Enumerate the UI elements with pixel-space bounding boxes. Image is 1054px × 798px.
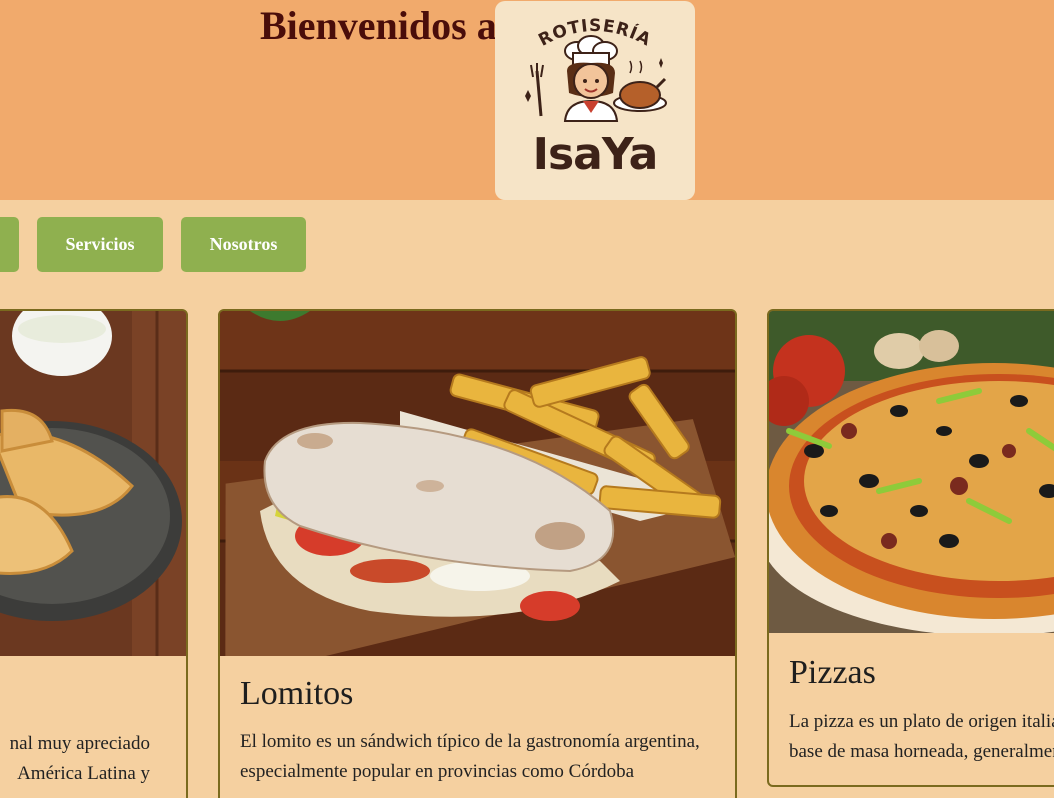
- nav-button-inicio[interactable]: [0, 217, 19, 272]
- product-card-title: Pizzas: [789, 654, 876, 691]
- pizza-photo: [769, 311, 1054, 633]
- product-card-lomitos[interactable]: Lomitos El lomito es un sándwich típico …: [218, 309, 737, 798]
- product-card-title: Lomitos: [240, 675, 354, 712]
- product-card-description: El lomito es un sándwich típico de la ga…: [240, 731, 700, 782]
- product-card-empanadas[interactable]: nal muy apreciado América Latina y: [0, 309, 188, 798]
- lomito-photo: [220, 311, 735, 656]
- logo[interactable]: ROTISERÍA IsaYa: [495, 1, 695, 200]
- logo-name: IsaYa: [532, 129, 659, 180]
- site-header: Bienvenidos a ROTISERÍA IsaYa: [0, 0, 1054, 200]
- product-card-description: nal muy apreciado América Latina y: [9, 733, 150, 784]
- nav-button-servicios[interactable]: Servicios: [37, 217, 163, 272]
- empanadas-photo: [0, 311, 186, 656]
- product-card-description: La pizza es un plato de origen italiano …: [789, 711, 1054, 762]
- product-card-pizzas[interactable]: Pizzas La pizza es un plato de origen it…: [767, 309, 1054, 787]
- welcome-heading: Bienvenidos a: [260, 3, 497, 48]
- nav-button-nosotros[interactable]: Nosotros: [181, 217, 306, 272]
